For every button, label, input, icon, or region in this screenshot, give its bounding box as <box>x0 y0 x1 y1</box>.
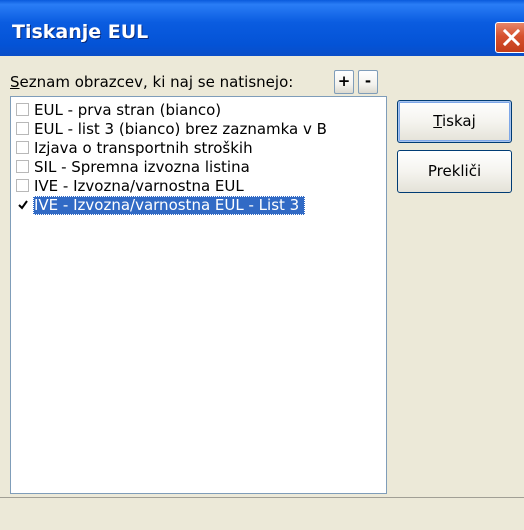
remove-form-button[interactable]: - <box>358 70 378 94</box>
item-checkbox[interactable] <box>16 160 29 173</box>
item-checkbox[interactable] <box>16 179 29 192</box>
print-button-label: iskaj <box>441 112 476 130</box>
cancel-button-label: Prekliči <box>427 162 482 180</box>
item-checkbox[interactable] <box>16 141 29 154</box>
form-list-label-mnemonic: S <box>10 73 20 91</box>
dialog-window: Tiskanje EUL Seznam obrazcev, ki naj se … <box>0 0 524 530</box>
add-form-button[interactable]: + <box>334 70 354 94</box>
close-button[interactable] <box>495 22 524 53</box>
print-button-mnemonic: T <box>433 112 442 130</box>
item-label: Izjava o transportnih stroških <box>34 139 253 157</box>
item-label: IVE - Izvozna/varnostna EUL - List 3 <box>33 196 306 215</box>
title-bar[interactable]: Tiskanje EUL <box>0 0 524 56</box>
item-label: EUL - list 3 (bianco) brez zaznamka v B <box>34 120 327 138</box>
window-title: Tiskanje EUL <box>12 21 149 43</box>
status-bar <box>0 497 524 530</box>
form-list-label: Seznam obrazcev, ki naj se natisnejo: <box>10 73 293 91</box>
item-label: IVE - Izvozna/varnostna EUL <box>34 177 244 195</box>
form-checklist[interactable]: EUL - prva stran (bianco) EUL - list 3 (… <box>10 96 387 494</box>
cancel-button[interactable]: Prekliči <box>397 150 512 193</box>
item-checkbox-checked[interactable] <box>16 198 29 211</box>
item-checkbox[interactable] <box>16 103 29 116</box>
form-list-label-text: eznam obrazcev, ki naj se natisnejo: <box>19 73 294 91</box>
item-label: EUL - prva stran (bianco) <box>34 101 222 119</box>
item-checkbox[interactable] <box>16 122 29 135</box>
print-button[interactable]: Tiskaj <box>397 100 512 143</box>
checkmark-icon <box>18 200 28 210</box>
close-icon <box>502 28 521 47</box>
item-label: SIL - Spremna izvozna listina <box>34 158 250 176</box>
